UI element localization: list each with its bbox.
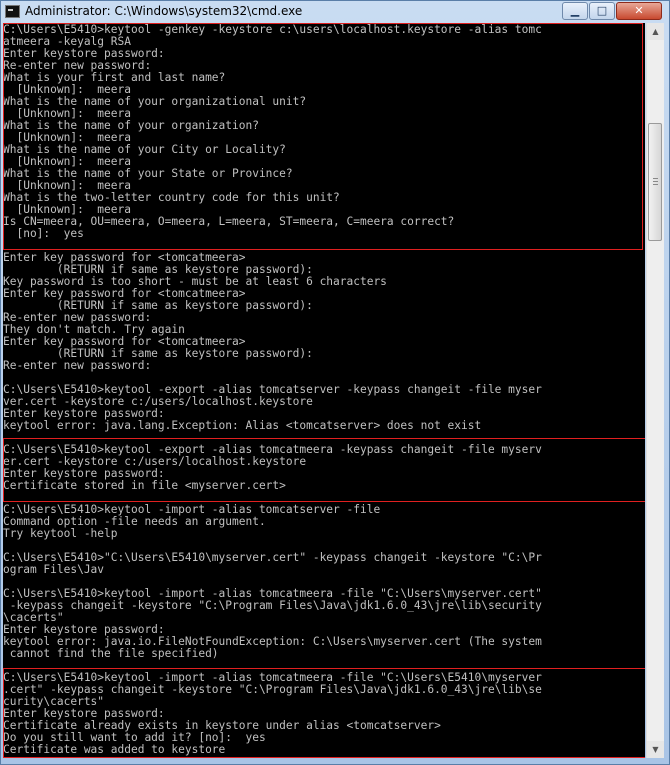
console-line: Enter key password for <tomcatmeera> bbox=[3, 336, 246, 348]
console-line: What is the name of your organizational … bbox=[3, 96, 307, 108]
console-line: What is your first and last name? bbox=[3, 72, 226, 84]
console-line: Enter keystore password: bbox=[3, 468, 165, 480]
console-line: Re-enter new password: bbox=[3, 360, 152, 372]
title-bar[interactable]: Administrator: C:\Windows\system32\cmd.e… bbox=[1, 1, 669, 23]
console-line: Enter keystore password: bbox=[3, 708, 165, 720]
console-line: Enter key password for <tomcatmeera> bbox=[3, 288, 246, 300]
console-line: C:\Users\E5410>keytool -export -alias to… bbox=[3, 384, 542, 396]
scroll-up-icon[interactable]: ▲ bbox=[647, 23, 664, 40]
cmd-window: Administrator: C:\Windows\system32\cmd.e… bbox=[0, 0, 670, 765]
console-line: Enter key password for <tomcatmeera> bbox=[3, 252, 246, 264]
cmd-app-icon[interactable] bbox=[5, 5, 20, 18]
scroll-down-icon[interactable]: ▼ bbox=[647, 741, 664, 758]
console-line: Enter keystore password: bbox=[3, 48, 165, 60]
console-line: C:\Users\E5410>keytool -import -alias to… bbox=[3, 672, 542, 684]
console-line: (RETURN if same as keystore password): bbox=[3, 264, 313, 276]
minimize-button[interactable]: ▁ bbox=[562, 2, 588, 20]
console-line: keytool error: java.lang.Exception: Alia… bbox=[3, 420, 482, 432]
console-line: Re-enter new password: bbox=[3, 312, 152, 324]
console-line: \cacerts" bbox=[3, 612, 64, 624]
console-line: Is CN=meera, OU=meera, O=meera, L=meera,… bbox=[3, 216, 455, 228]
console-line: What is the name of your State or Provin… bbox=[3, 168, 293, 180]
console-line: Certificate stored in file <myserver.cer… bbox=[3, 480, 286, 492]
console-line: [Unknown]: meera bbox=[3, 108, 131, 120]
maximize-button[interactable]: □ bbox=[589, 2, 615, 20]
console-line: Certificate already exists in keystore u… bbox=[3, 720, 441, 732]
console-line: [no]: yes bbox=[3, 228, 84, 240]
console-line: [Unknown]: meera bbox=[3, 84, 131, 96]
console-line: Certificate was added to keystore bbox=[3, 744, 226, 756]
console-line: Key password is too short - must be at l… bbox=[3, 276, 387, 288]
console-line: ogram Files\Jav bbox=[3, 564, 105, 576]
vertical-scrollbar[interactable]: ▲ ▼ bbox=[646, 23, 664, 758]
console-line: Re-enter new password: bbox=[3, 60, 152, 72]
console-line: C:\Users\E5410>keytool -genkey -keystore… bbox=[3, 24, 542, 36]
console-line: keytool error: java.io.FileNotFoundExcep… bbox=[3, 636, 542, 648]
console-line: (RETURN if same as keystore password): bbox=[3, 348, 313, 360]
close-button[interactable]: ✕ bbox=[616, 2, 662, 20]
console-line: What is the two-letter country code for … bbox=[3, 192, 340, 204]
console-line: What is the name of your City or Localit… bbox=[3, 144, 286, 156]
console-line: [Unknown]: meera bbox=[3, 204, 131, 216]
console-output[interactable]: Certificate was added to keystore Do you … bbox=[3, 23, 645, 758]
console-line: Enter keystore password: bbox=[3, 408, 165, 420]
console-line: cannot find the file specified) bbox=[3, 648, 219, 660]
console-line: C:\Users\E5410>keytool -import -alias to… bbox=[3, 504, 381, 516]
console-line: .cert" -keypass changeit -keystore "C:\P… bbox=[3, 684, 542, 696]
console-line: Command option -file needs an argument. bbox=[3, 516, 266, 528]
console-line: ver.cert -keystore c:/users/localhost.ke… bbox=[3, 396, 313, 408]
window-title: Administrator: C:\Windows\system32\cmd.e… bbox=[25, 4, 303, 18]
console-line: What is the name of your organization? bbox=[3, 120, 259, 132]
console-line: [Unknown]: meera bbox=[3, 132, 131, 144]
console-line: curity\cacerts" bbox=[3, 696, 105, 708]
console-line: C:\Users\E5410>keytool -import -alias to… bbox=[3, 588, 542, 600]
console-line: They don't match. Try again bbox=[3, 324, 185, 336]
console-line: C:\Users\E5410>keytool -export -alias to… bbox=[3, 444, 542, 456]
console-line: (RETURN if same as keystore password): bbox=[3, 300, 313, 312]
console-line: Try keytool -help bbox=[3, 528, 118, 540]
scroll-thumb[interactable] bbox=[648, 123, 662, 241]
console-line: C:\Users\E5410>"C:\Users\E5410\myserver.… bbox=[3, 552, 542, 564]
console-line: -keypass changeit -keystore "C:\Program … bbox=[3, 600, 542, 612]
console-line: er.cert -keystore c:/users/localhost.key… bbox=[3, 456, 307, 468]
console-line: Enter keystore password: bbox=[3, 624, 165, 636]
console-line: atmeera -keyalg RSA bbox=[3, 36, 131, 48]
console-line: Do you still want to add it? [no]: yes bbox=[3, 732, 266, 744]
console-line: [Unknown]: meera bbox=[3, 180, 131, 192]
console-line: [Unknown]: meera bbox=[3, 156, 131, 168]
